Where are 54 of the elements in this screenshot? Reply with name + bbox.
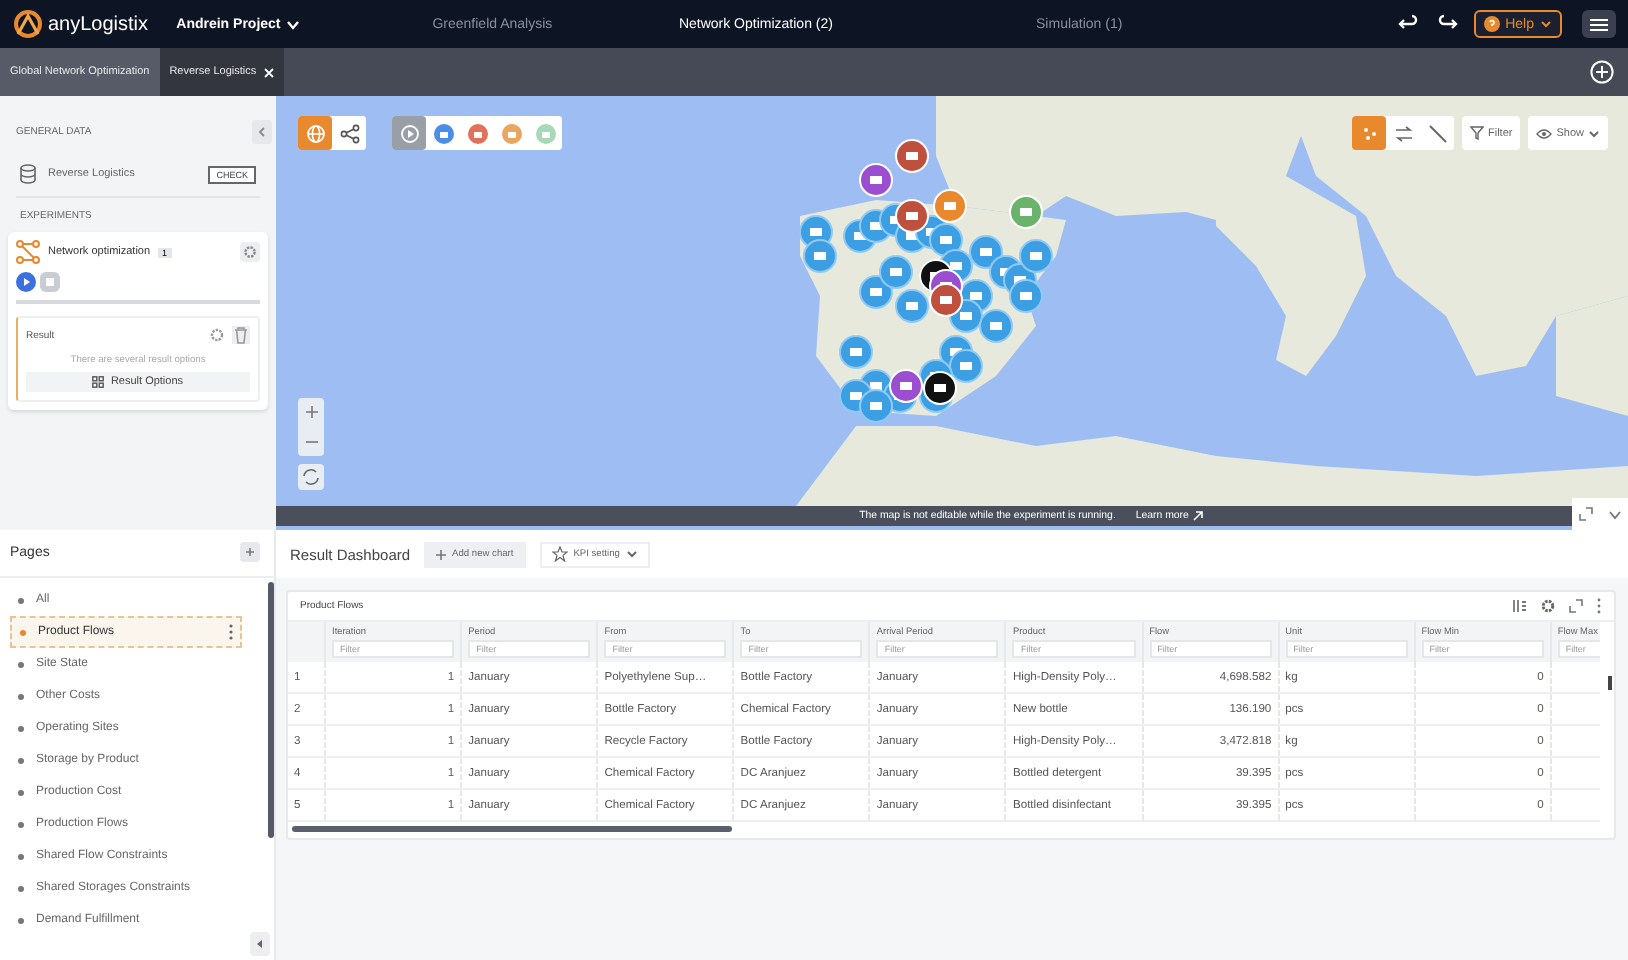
grid-icon (92, 376, 105, 388)
collapse-icon[interactable] (250, 932, 270, 956)
chevron-icon[interactable] (1607, 509, 1622, 519)
expand-icon[interactable] (1568, 598, 1584, 614)
caret-icon (625, 550, 638, 558)
run-icon[interactable] (16, 272, 36, 292)
line-icon (1427, 123, 1447, 143)
expand-icon[interactable] (1578, 506, 1595, 522)
menu-icon (1590, 17, 1608, 31)
view-mode-button[interactable] (1352, 116, 1386, 150)
settings-icon[interactable] (240, 242, 260, 262)
star-icon (551, 546, 568, 562)
site-marker[interactable] (879, 255, 913, 289)
fit-icon[interactable] (298, 464, 324, 490)
external-link-icon (1192, 510, 1205, 522)
scrollbar[interactable] (268, 582, 274, 838)
site-marker[interactable] (839, 335, 873, 369)
site-marker[interactable] (979, 309, 1013, 343)
menu-button[interactable] (1582, 10, 1616, 38)
trash-icon[interactable] (232, 326, 250, 344)
close-icon[interactable] (264, 67, 275, 77)
plus-icon[interactable] (303, 404, 319, 421)
graph-icon (339, 123, 359, 143)
arrows-icon (1393, 123, 1413, 143)
add-icon[interactable] (1590, 60, 1614, 84)
caret-icon (286, 19, 301, 29)
site-marker[interactable] (859, 389, 893, 423)
site-marker[interactable] (1009, 279, 1043, 313)
scrollbar[interactable] (1608, 676, 1612, 690)
collapse-icon[interactable] (252, 120, 272, 144)
scrollbar[interactable] (292, 826, 732, 832)
site-marker[interactable] (949, 349, 983, 383)
caret-icon (1540, 20, 1552, 28)
columns-icon[interactable] (1512, 598, 1528, 614)
dots-icon (1359, 123, 1379, 143)
site-marker[interactable] (1019, 239, 1053, 273)
filter-icon (1470, 126, 1484, 140)
caret-icon (1588, 129, 1600, 137)
network-icon (16, 240, 40, 264)
plus-icon (436, 549, 447, 559)
app-logo: anyLogistix (48, 13, 149, 35)
site-marker[interactable] (895, 289, 929, 323)
settings-icon[interactable] (208, 326, 226, 344)
cursor-button[interactable] (392, 116, 426, 150)
cursor-icon (399, 123, 419, 143)
question-icon (1483, 16, 1500, 32)
globe-icon (305, 123, 325, 143)
more-icon[interactable] (228, 624, 234, 640)
eye-icon (1536, 127, 1553, 139)
more-icon[interactable] (1596, 598, 1602, 614)
settings-icon[interactable] (1540, 598, 1556, 614)
logo-icon (12, 8, 44, 40)
site-marker[interactable] (803, 239, 837, 273)
database-icon (20, 164, 36, 184)
